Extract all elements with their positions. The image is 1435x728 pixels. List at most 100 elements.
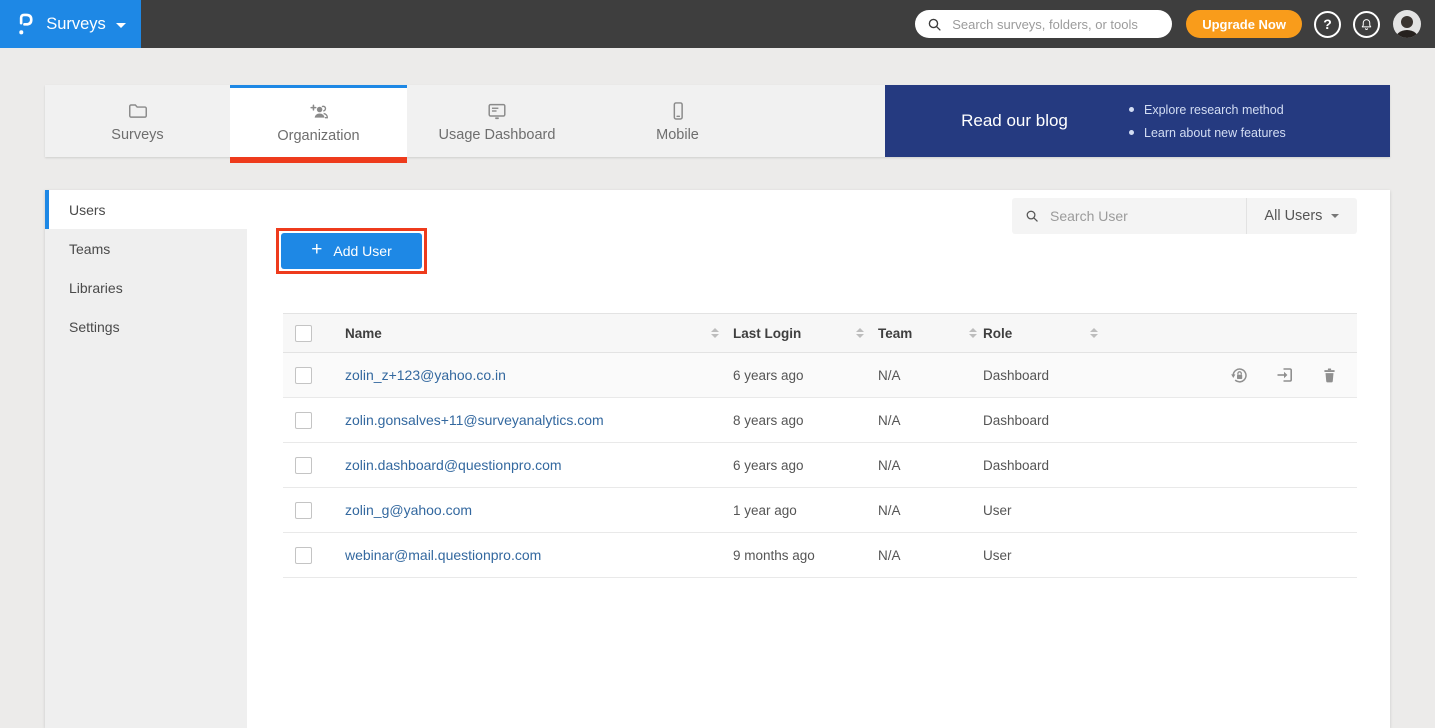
header-last-login[interactable]: Last Login	[733, 326, 878, 341]
reset-password-button[interactable]	[1229, 365, 1250, 386]
header-role[interactable]: Role	[983, 326, 1098, 341]
users-table: Name Last Login Team Role	[283, 313, 1357, 578]
search-user-box[interactable]	[1012, 207, 1246, 225]
add-user-button[interactable]: + Add User	[281, 233, 422, 269]
sidebar-item-teams[interactable]: Teams	[45, 229, 247, 268]
sort-icon[interactable]	[711, 328, 719, 338]
team-value: N/A	[878, 503, 901, 518]
questionpro-logo-icon	[15, 10, 36, 38]
team-value: N/A	[878, 413, 901, 428]
row-checkbox[interactable]	[295, 547, 312, 564]
organization-sidebar: Users Teams Libraries Settings	[45, 190, 247, 728]
team-value: N/A	[878, 458, 901, 473]
last-login-value: 6 years ago	[733, 368, 804, 383]
team-value: N/A	[878, 368, 901, 383]
header-name[interactable]: Name	[345, 326, 733, 341]
phone-icon	[667, 100, 689, 122]
team-value: N/A	[878, 548, 901, 563]
help-button[interactable]: ?	[1314, 11, 1341, 38]
add-user-label: Add User	[333, 243, 391, 259]
chevron-down-icon	[1331, 214, 1339, 218]
login-as-user-icon	[1275, 365, 1295, 385]
role-value: Dashboard	[983, 413, 1049, 428]
user-email-link[interactable]: webinar@mail.questionpro.com	[345, 547, 541, 563]
sort-icon[interactable]	[1090, 328, 1098, 338]
header-label: Role	[983, 326, 1012, 341]
role-value: User	[983, 503, 1012, 518]
organization-panel: Users Teams Libraries Settings All Users	[45, 190, 1390, 728]
sidebar-item-label: Users	[69, 202, 106, 218]
search-icon	[1025, 209, 1039, 223]
login-as-user-button[interactable]	[1275, 365, 1295, 385]
user-avatar[interactable]	[1393, 10, 1421, 38]
header-label: Team	[878, 326, 912, 341]
header-label: Last Login	[733, 326, 801, 341]
product-menu-label: Surveys	[46, 15, 106, 34]
tab-usage-dashboard[interactable]: Usage Dashboard	[407, 85, 587, 157]
promo-bullet: Explore research method	[1129, 103, 1286, 117]
tab-mobile[interactable]: Mobile	[587, 85, 768, 157]
sort-icon[interactable]	[969, 328, 977, 338]
chevron-down-icon	[116, 23, 126, 28]
users-content: All Users + Add User Name Last Login	[247, 190, 1390, 728]
row-checkbox[interactable]	[295, 412, 312, 429]
header-label: Name	[345, 326, 382, 341]
bullet-dot-icon	[1129, 107, 1134, 112]
global-search[interactable]	[915, 10, 1172, 38]
select-all-checkbox[interactable]	[295, 325, 312, 342]
sidebar-item-label: Teams	[69, 241, 110, 257]
table-row: zolin.dashboard@questionpro.com 6 years …	[283, 443, 1357, 488]
search-user-input[interactable]	[1048, 207, 1233, 225]
user-email-link[interactable]: zolin.gonsalves+11@surveyanalytics.com	[345, 412, 604, 428]
table-row: webinar@mail.questionpro.com 9 months ag…	[283, 533, 1357, 578]
promo-title[interactable]: Read our blog	[942, 111, 1087, 131]
upgrade-now-button[interactable]: Upgrade Now	[1186, 10, 1302, 38]
blog-promo-banner[interactable]: Read our blog Explore research method Le…	[885, 85, 1390, 157]
notifications-button[interactable]	[1353, 11, 1380, 38]
table-header-row: Name Last Login Team Role	[283, 313, 1357, 353]
table-row: zolin_z+123@yahoo.co.in 6 years ago N/A …	[283, 353, 1357, 398]
tutorial-highlight-box: + Add User	[276, 228, 427, 274]
row-checkbox[interactable]	[295, 367, 312, 384]
user-filter-dropdown[interactable]: All Users	[1247, 208, 1357, 224]
row-actions	[1098, 365, 1357, 386]
trash-icon	[1320, 366, 1339, 385]
tab-label: Usage Dashboard	[439, 127, 556, 143]
row-checkbox[interactable]	[295, 457, 312, 474]
sidebar-item-libraries[interactable]: Libraries	[45, 268, 247, 307]
global-search-input[interactable]	[950, 16, 1160, 33]
role-value: User	[983, 548, 1012, 563]
sort-icon[interactable]	[856, 328, 864, 338]
row-checkbox[interactable]	[295, 502, 312, 519]
header-team[interactable]: Team	[878, 326, 983, 341]
sidebar-item-users[interactable]: Users	[45, 190, 247, 229]
user-filter-bar: All Users	[1012, 198, 1357, 234]
tutorial-highlight-underline	[230, 157, 407, 163]
table-row: zolin_g@yahoo.com 1 year ago N/A User	[283, 488, 1357, 533]
sidebar-item-label: Settings	[69, 319, 120, 335]
promo-bullet: Learn about new features	[1129, 126, 1286, 140]
promo-bullet-text: Learn about new features	[1144, 126, 1286, 140]
module-tabstrip: Surveys Organization Usage Dashboard	[45, 85, 1390, 157]
last-login-value: 9 months ago	[733, 548, 815, 563]
delete-user-button[interactable]	[1320, 366, 1339, 385]
tab-organization[interactable]: Organization	[230, 85, 407, 157]
product-switcher[interactable]: Surveys	[0, 0, 141, 48]
last-login-value: 1 year ago	[733, 503, 797, 518]
user-email-link[interactable]: zolin_g@yahoo.com	[345, 502, 472, 518]
avatar-silhouette-icon	[1393, 14, 1421, 38]
sidebar-item-settings[interactable]: Settings	[45, 307, 247, 346]
tab-label: Organization	[277, 128, 359, 144]
filter-selected-value: All Users	[1264, 208, 1322, 224]
question-mark-icon: ?	[1323, 16, 1332, 32]
table-row: zolin.gonsalves+11@surveyanalytics.com 8…	[283, 398, 1357, 443]
sidebar-item-label: Libraries	[69, 280, 123, 296]
promo-bullet-text: Explore research method	[1144, 103, 1284, 117]
top-header: Surveys Upgrade Now ?	[0, 0, 1435, 48]
bullet-dot-icon	[1129, 130, 1134, 135]
promo-bullet-list: Explore research method Learn about new …	[1129, 103, 1286, 140]
user-email-link[interactable]: zolin_z+123@yahoo.co.in	[345, 367, 506, 383]
user-email-link[interactable]: zolin.dashboard@questionpro.com	[345, 457, 562, 473]
search-icon	[927, 17, 942, 32]
tab-surveys[interactable]: Surveys	[45, 85, 230, 157]
